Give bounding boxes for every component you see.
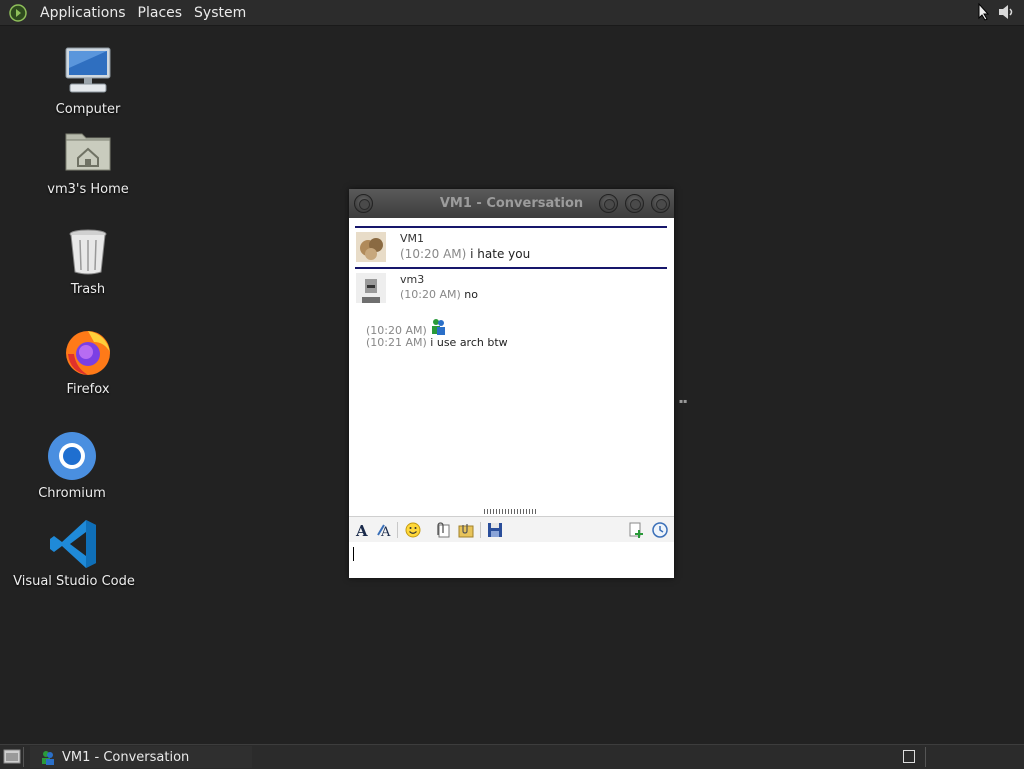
desktop-icon-label: vm3's Home xyxy=(47,182,129,197)
firefox-icon xyxy=(66,331,110,375)
format-toolbar: A A xyxy=(349,516,674,543)
send-file-icon[interactable] xyxy=(457,521,475,539)
message-text: i use arch btw xyxy=(430,336,508,349)
menu-system[interactable]: System xyxy=(188,5,252,21)
bottom-taskbar: VM1 - Conversation xyxy=(0,744,1024,769)
menu-places[interactable]: Places xyxy=(132,5,189,21)
minimize-button[interactable] xyxy=(599,194,618,213)
workspace-switcher[interactable] xyxy=(903,750,915,763)
message-text: i hate you xyxy=(470,247,531,261)
message-timestamp: (10:20 AM) xyxy=(400,247,467,261)
message-line[interactable]: (10:20 AM) i hate you xyxy=(400,247,530,261)
conversation-window: VM1 - Conversation VM1 (10:20 AM) i hate… xyxy=(349,189,674,578)
mouse-pointer-icon xyxy=(978,3,990,21)
window-title: VM1 - Conversation xyxy=(439,196,584,211)
toolbar-divider xyxy=(480,522,481,538)
window-menu-button[interactable] xyxy=(354,194,373,213)
trash-icon xyxy=(69,229,107,275)
chat-icon xyxy=(42,751,54,765)
message-block: vm3 (10:20 AM) no (10:20 AM) (10:21 AM) … xyxy=(355,267,667,359)
message-line[interactable]: (10:20 AM) xyxy=(366,318,446,337)
menu-applications[interactable]: Applications xyxy=(34,5,132,21)
taskbar-item-conversation[interactable]: VM1 - Conversation xyxy=(30,746,252,768)
desktop-icon-label: Chromium xyxy=(38,486,106,501)
show-desktop-icon[interactable] xyxy=(3,748,21,765)
desktop-icon-label: Trash xyxy=(70,282,106,297)
stray-mark: ▪▪ xyxy=(679,398,688,405)
history-icon[interactable] xyxy=(651,521,669,539)
pane-resize-handle[interactable] xyxy=(484,509,538,514)
panel-tray xyxy=(978,2,1016,22)
volume-icon[interactable] xyxy=(996,2,1016,22)
sender-name: VM1 xyxy=(400,232,425,245)
desktop-icon-home[interactable]: vm3's Home xyxy=(23,124,153,197)
sender-name: vm3 xyxy=(400,273,425,286)
text-style-icon[interactable]: A xyxy=(376,521,394,539)
message-line[interactable]: (10:21 AM) i use arch btw xyxy=(366,336,508,349)
desktop-icon-label: Firefox xyxy=(66,382,110,397)
avatar xyxy=(356,273,386,303)
avatar xyxy=(356,232,386,262)
close-button[interactable] xyxy=(651,194,670,213)
desktop-icon-trash[interactable]: Trash xyxy=(23,224,153,297)
top-panel: Applications Places System xyxy=(0,0,1024,26)
conversation-history[interactable]: VM1 (10:20 AM) i hate you vm3 (10:20 AM)… xyxy=(349,218,674,508)
chromium-icon xyxy=(48,432,96,480)
smiley-icon[interactable] xyxy=(404,521,422,539)
desktop-icon-computer[interactable]: Computer xyxy=(23,44,153,117)
taskbar-item-label: VM1 - Conversation xyxy=(62,749,190,765)
taskbar-separator xyxy=(925,747,926,767)
vscode-icon xyxy=(50,520,96,568)
taskbar-separator xyxy=(23,747,24,767)
svg-text:A: A xyxy=(355,522,368,539)
msn-buddy-icon xyxy=(432,319,446,335)
desktop-icon-firefox[interactable]: Firefox xyxy=(23,324,153,397)
desktop-icon-chromium[interactable]: Chromium xyxy=(7,428,137,501)
desktop-icon-label: Visual Studio Code xyxy=(13,574,135,589)
add-contact-icon[interactable] xyxy=(627,521,645,539)
text-caret xyxy=(353,547,354,561)
desktop-icon-vscode[interactable]: Visual Studio Code xyxy=(9,516,139,589)
font-icon[interactable]: A xyxy=(354,521,372,539)
save-icon[interactable] xyxy=(486,521,504,539)
message-timestamp: (10:20 AM) xyxy=(400,288,461,301)
menu-logo-icon[interactable] xyxy=(8,3,28,23)
toolbar-divider xyxy=(397,522,398,538)
home-folder-icon xyxy=(65,133,111,171)
message-text: no xyxy=(464,288,478,301)
maximize-button[interactable] xyxy=(625,194,644,213)
computer-icon xyxy=(65,47,111,93)
message-block: VM1 (10:20 AM) i hate you xyxy=(355,226,667,266)
attach-file-icon[interactable] xyxy=(433,521,451,539)
message-line[interactable]: (10:20 AM) no xyxy=(400,288,478,301)
message-input[interactable] xyxy=(349,542,674,578)
message-timestamp: (10:21 AM) xyxy=(366,336,427,349)
window-titlebar[interactable]: VM1 - Conversation xyxy=(349,189,674,218)
desktop-icon-label: Computer xyxy=(55,102,121,117)
